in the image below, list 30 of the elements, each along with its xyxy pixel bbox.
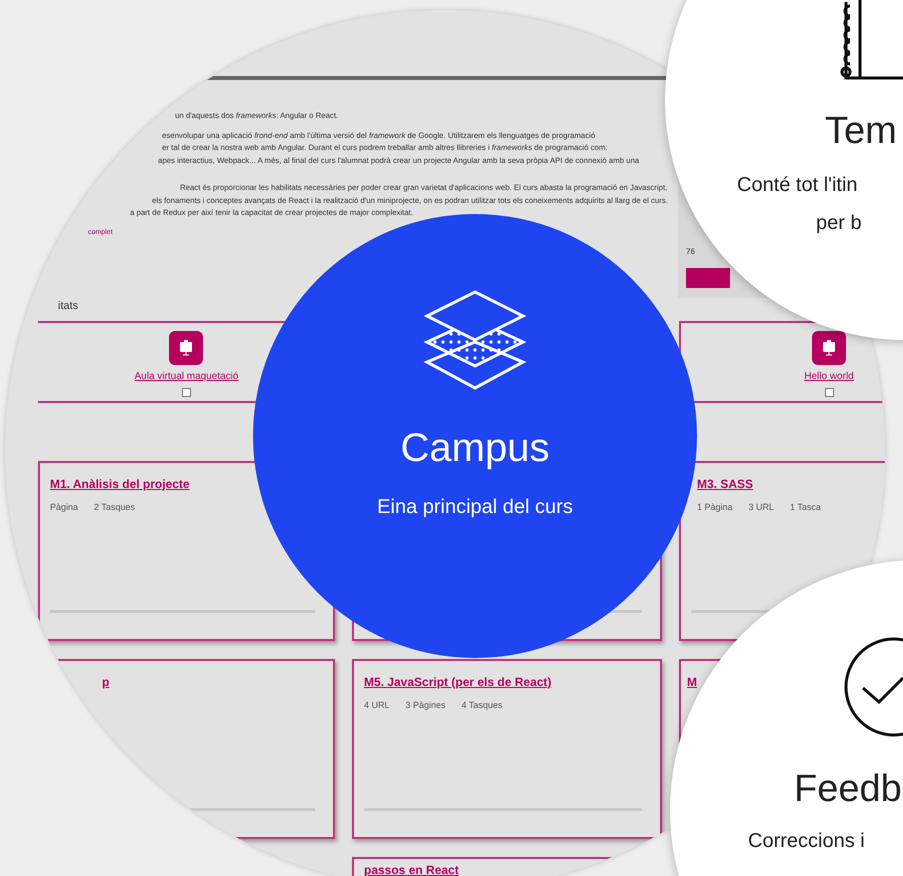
presentation-icon [169,330,204,364]
layers-icon [423,290,527,390]
module-stat: 3 URL [748,500,774,514]
module-title[interactable]: M1. Anàlisis del projecte [50,476,190,490]
notebook-icon [838,0,903,82]
activity-link[interactable]: Hello world [804,368,854,384]
module-title[interactable]: p [102,674,110,688]
feature-title: Campus [400,428,550,468]
module-title[interactable]: M3. SASS [697,476,754,490]
module-title[interactable]: M [687,674,697,688]
module-title[interactable]: M5. JavaScript (per els de React) [364,674,552,688]
feature-description: per b [816,211,862,236]
module-stat: Pàgina [50,500,78,514]
feature-description: Conté tot l'itin [737,173,858,198]
module-stat: 1 Pàgina [697,500,733,514]
feature-title: Feedb [794,770,902,808]
count-text: 76 [686,246,696,258]
module-stat: 1 Tasca [790,500,821,514]
module-stat: 2 Tasques [94,500,135,514]
activity-link[interactable]: Aula virtual maquetació [134,368,238,384]
feature-description: Eina principal del curs [377,495,573,520]
module-stat: 3 Pàgines [406,698,446,712]
checkbox[interactable] [824,388,834,396]
checkbox[interactable] [182,388,191,396]
feature-description: Correccions i [748,829,865,854]
module-stat: 4 Tasques [462,698,502,712]
section-heading: itats [58,299,78,314]
feature-title: Tem [825,112,897,150]
module-title[interactable]: passos en React [364,862,459,876]
module-stat: 4 URL [364,698,390,712]
